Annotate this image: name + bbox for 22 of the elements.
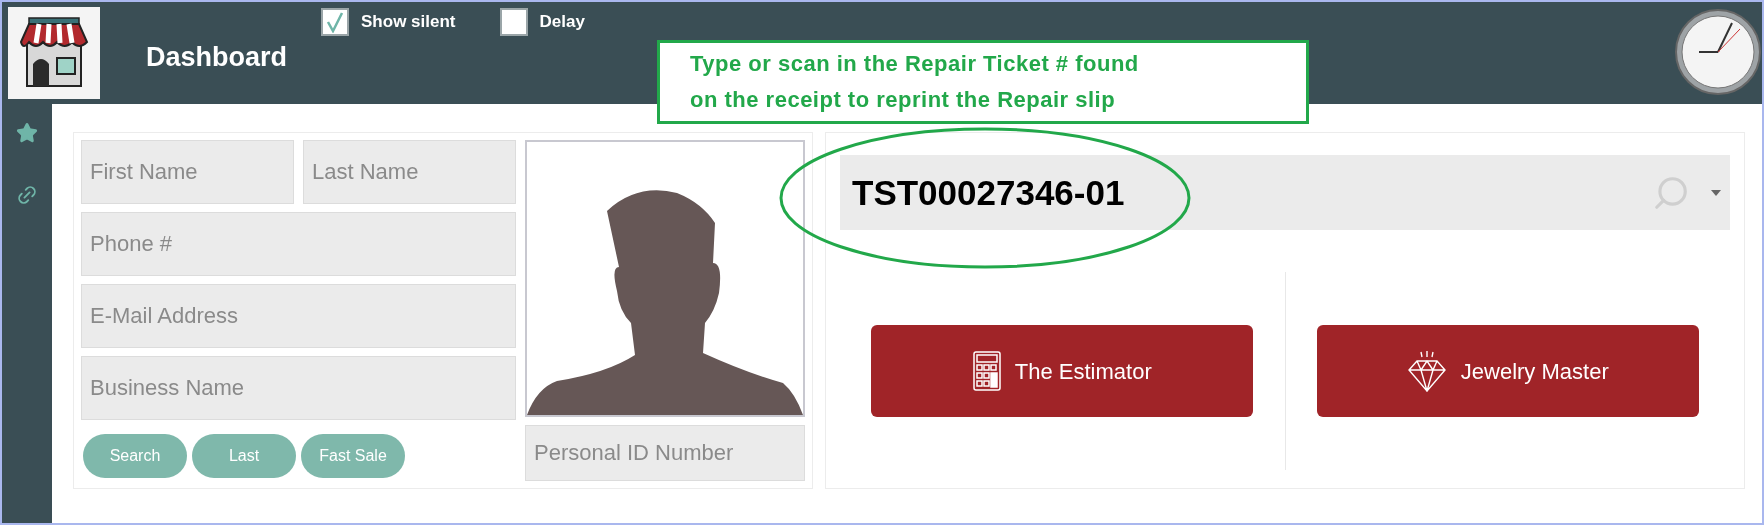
id-field[interactable]: Personal ID Number [525,425,805,481]
star-icon[interactable] [16,122,38,144]
checkbox[interactable] [321,8,350,36]
calculator-icon [972,351,1001,391]
checkbox[interactable] [499,8,528,36]
ticket-search-field[interactable]: TST00027346-01 [840,155,1730,230]
clock-icon[interactable] [1674,7,1762,97]
name-field[interactable]: Last Name [303,140,516,204]
checkmark-icon [325,11,346,33]
store-logo[interactable] [8,7,100,99]
app-button[interactable]: Jewelry Master [1316,325,1699,417]
callout-text: Type or scan in the Repair Ticket # found on the receipt to reprint the Repair slip [690,50,1139,114]
page-title: Dashboard [146,41,288,74]
checkbox-label: Delay [539,11,585,34]
text-field[interactable]: Phone # [81,212,516,276]
checkbox-label: Show silent [361,11,456,34]
dropdown-caret-icon[interactable] [1710,188,1722,197]
name-field[interactable]: First Name [81,140,294,204]
app-button[interactable]: The Estimator [871,325,1254,417]
text-field[interactable]: Business Name [81,356,516,420]
text-field[interactable]: E-Mail Address [81,284,516,348]
diamond-icon [1406,350,1447,392]
